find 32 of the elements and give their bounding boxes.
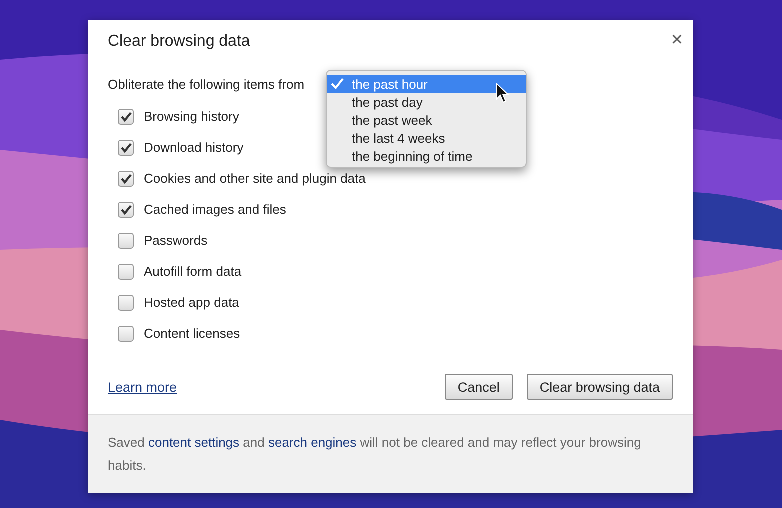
check-icon — [331, 78, 344, 90]
checkbox[interactable] — [118, 202, 134, 218]
checkbox-label: Passwords — [144, 233, 208, 249]
footer-link[interactable]: search engines — [268, 435, 357, 450]
clear-button[interactable]: Clear browsing data — [526, 374, 673, 400]
checkbox-label: Browsing history — [144, 109, 240, 125]
checkbox[interactable] — [118, 326, 134, 342]
checkbox-label: Autofill form data — [144, 264, 242, 280]
menu-item[interactable]: the last 4 weeks — [327, 129, 526, 147]
checkbox[interactable] — [118, 233, 134, 249]
checkbox[interactable] — [118, 109, 134, 125]
menu-item[interactable]: the beginning of time — [327, 147, 526, 165]
checkbox-label: Content licenses — [144, 326, 240, 342]
checkbox-label: Hosted app data — [144, 295, 240, 311]
cursor-icon — [496, 83, 510, 104]
menu-item[interactable]: the past week — [327, 111, 526, 129]
checkbox[interactable] — [118, 295, 134, 311]
dialog-title: Clear browsing data — [108, 32, 250, 52]
prompt-label: Obliterate the following items from — [108, 76, 305, 94]
footer-note: Saved content settings and search engines will not be cleared and may reflect your browsing habits. — [108, 434, 642, 475]
checkbox-label: Download history — [144, 140, 244, 156]
checkbox[interactable] — [118, 171, 134, 187]
checkbox-label: Cookies and other site and plugin data — [144, 171, 366, 187]
footer-link[interactable]: content settings — [148, 435, 240, 450]
menu-item[interactable]: the past hour — [327, 75, 526, 93]
close-button[interactable]: × — [671, 32, 683, 48]
checkbox[interactable] — [118, 140, 134, 156]
menu-item[interactable]: the past day — [327, 93, 526, 111]
checkbox[interactable] — [118, 264, 134, 280]
checkbox-label: Cached images and files — [144, 202, 286, 218]
learn-more-link[interactable]: Learn more — [108, 380, 178, 394]
cancel-button[interactable]: Cancel — [444, 374, 513, 400]
